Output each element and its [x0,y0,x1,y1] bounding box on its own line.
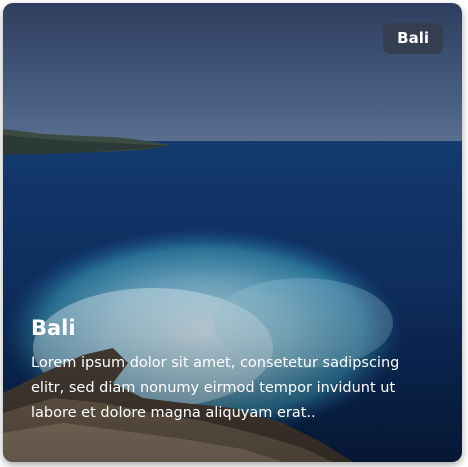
card-caption: Bali Lorem ipsum dolor sit amet, consete… [31,315,431,426]
card-description: Lorem ipsum dolor sit amet, consetetur s… [31,355,400,421]
destination-card[interactable]: Bali Bali Lorem ipsum dolor sit amet, co… [3,3,462,462]
card-title: Bali [31,316,76,340]
location-badge[interactable]: Bali [383,23,443,54]
